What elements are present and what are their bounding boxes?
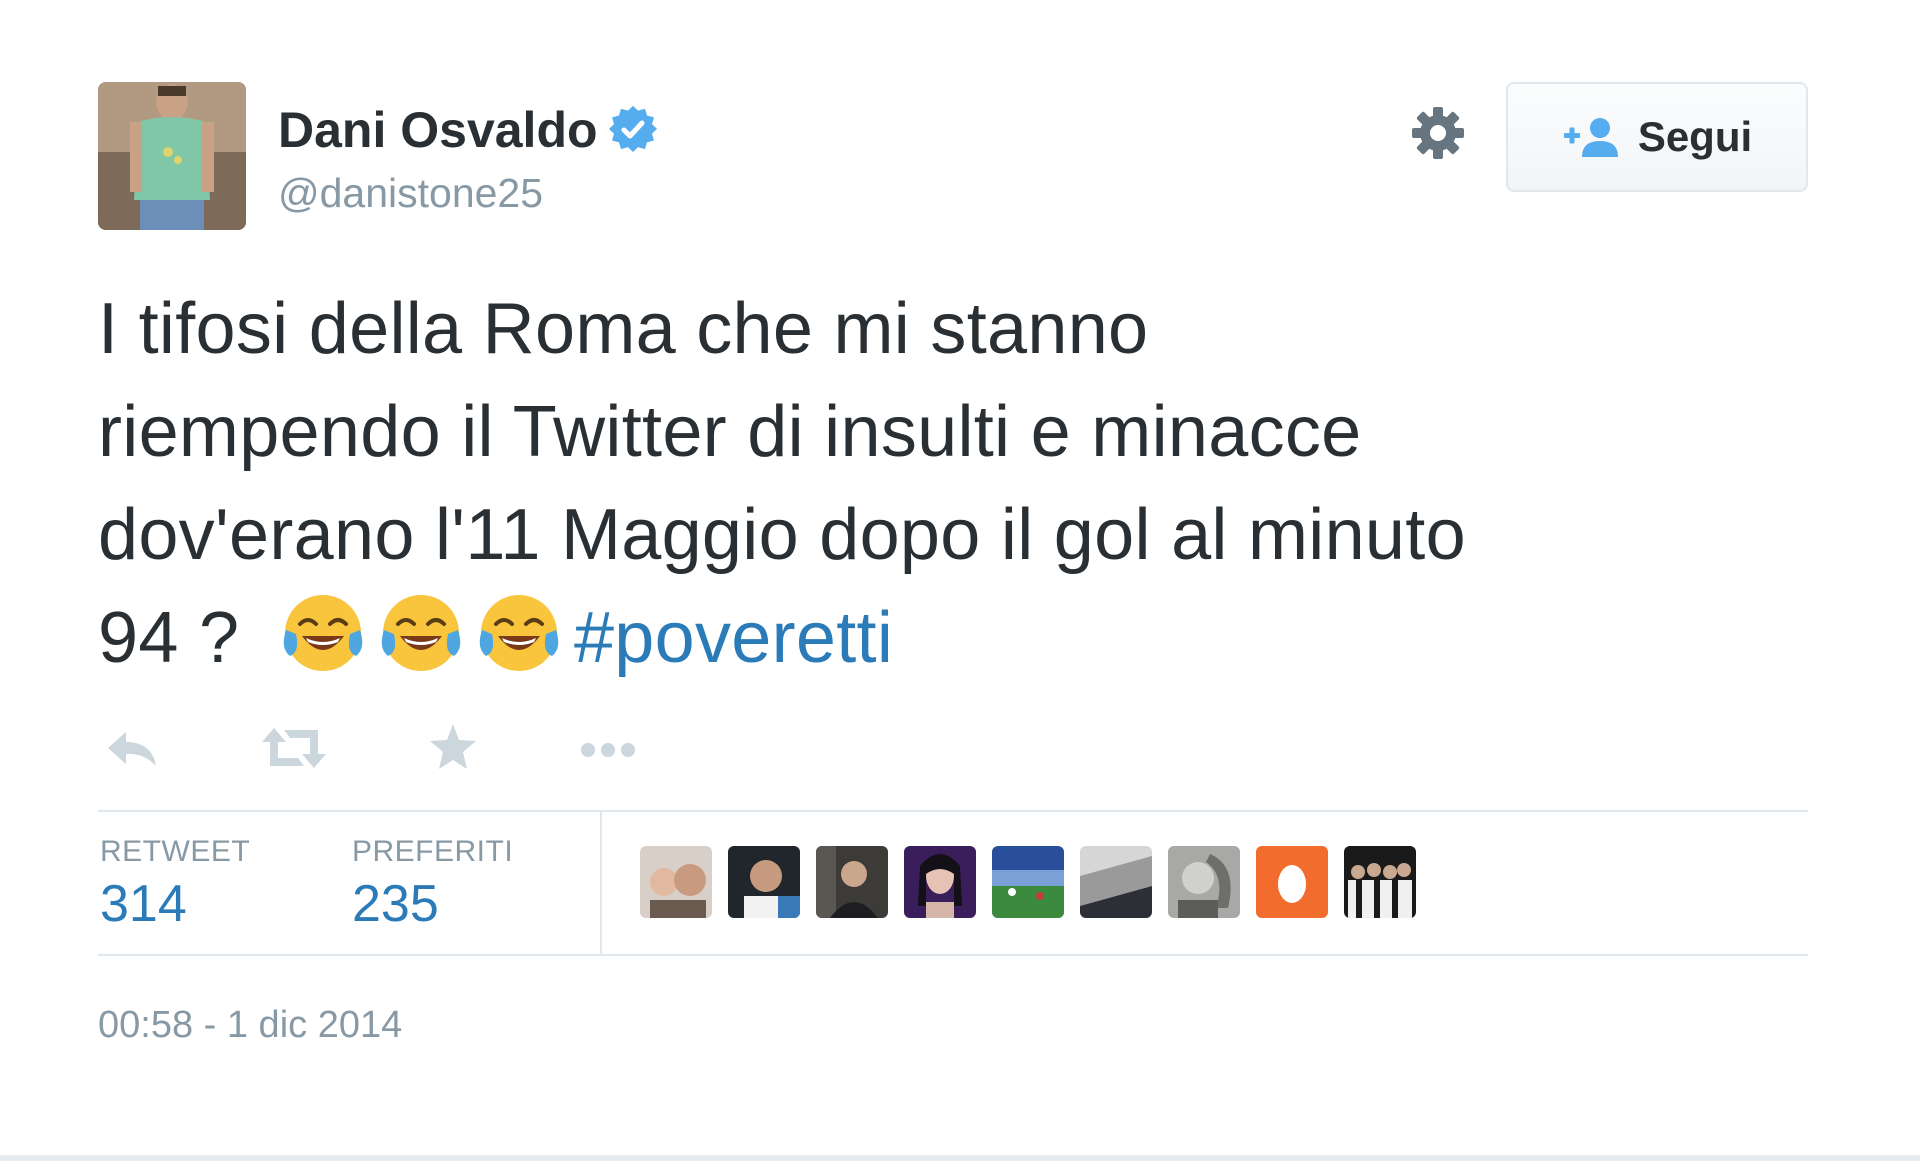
tweet-timestamp[interactable]: 00:58 - 1 dic 2014 xyxy=(98,1000,402,1050)
profile-photo xyxy=(98,82,246,230)
verified-badge-icon xyxy=(608,105,657,152)
favorite-star-icon[interactable] xyxy=(428,720,478,776)
retweet-count: 314 xyxy=(100,875,187,933)
favorites-count: 235 xyxy=(352,875,439,933)
face-with-tears-of-joy-icon xyxy=(283,595,363,671)
retweet-stat-label: RETWEET xyxy=(100,835,251,868)
follow-button[interactable]: Segui xyxy=(1506,82,1808,192)
tweet-text-line: dov'erano l'11 Maggio dopo il gol al min… xyxy=(98,495,1466,575)
favoriter-avatar-1[interactable] xyxy=(640,846,712,918)
favorites-stat[interactable]: PREFERITI 235 xyxy=(352,834,513,936)
stats-divider-bottom xyxy=(98,954,1808,956)
favoriter-avatar-2[interactable] xyxy=(728,846,800,918)
retweet-stat[interactable]: RETWEET 314 xyxy=(100,834,250,936)
author-handle[interactable]: @danistone25 xyxy=(278,166,543,220)
favoriter-avatar-9[interactable] xyxy=(1344,846,1416,918)
favoriter-avatar-7[interactable] xyxy=(1168,846,1240,918)
favoriter-avatar-6[interactable] xyxy=(1080,846,1152,918)
face-with-tears-of-joy-icon xyxy=(381,595,461,671)
tweet-text: I tifosi della Roma che mi stanno riempe… xyxy=(98,278,1818,690)
tweet-text-line: I tifosi della Roma che mi stanno xyxy=(98,289,1149,369)
reply-icon[interactable] xyxy=(104,720,160,776)
favorites-stat-label: PREFERITI xyxy=(352,835,514,868)
favoriter-avatar-4[interactable] xyxy=(904,846,976,918)
hashtag-link[interactable]: #poveretti xyxy=(574,598,893,678)
stats-divider-vertical xyxy=(600,812,602,954)
tweet-text-fragment: 94 ? xyxy=(98,598,240,678)
favoriter-avatar-5[interactable] xyxy=(992,846,1064,918)
gear-icon[interactable] xyxy=(1408,103,1468,163)
more-dots-icon[interactable] xyxy=(578,720,638,776)
stats-divider-top xyxy=(98,810,1808,812)
face-with-tears-of-joy-icon xyxy=(479,595,559,671)
add-user-icon xyxy=(1563,118,1618,157)
favoriter-avatar-8[interactable] xyxy=(1256,846,1328,918)
tweet-text-last-line: 94 ? #poveretti xyxy=(98,587,1818,690)
page-bottom-border xyxy=(0,1155,1920,1161)
follow-button-label: Segui xyxy=(1637,113,1753,160)
author-name-row[interactable]: Dani Osvaldo xyxy=(278,98,658,162)
author-display-name[interactable]: Dani Osvaldo xyxy=(278,98,598,162)
favoriters-list xyxy=(640,846,1432,920)
author-avatar[interactable] xyxy=(98,82,246,230)
retweet-icon[interactable] xyxy=(262,720,326,776)
tweet-text-line: riempendo il Twitter di insulti e minacc… xyxy=(98,392,1362,472)
favoriter-avatar-3[interactable] xyxy=(816,846,888,918)
tweet-page: Dani Osvaldo @danistone25 Segui I tifosi… xyxy=(0,0,1920,1161)
